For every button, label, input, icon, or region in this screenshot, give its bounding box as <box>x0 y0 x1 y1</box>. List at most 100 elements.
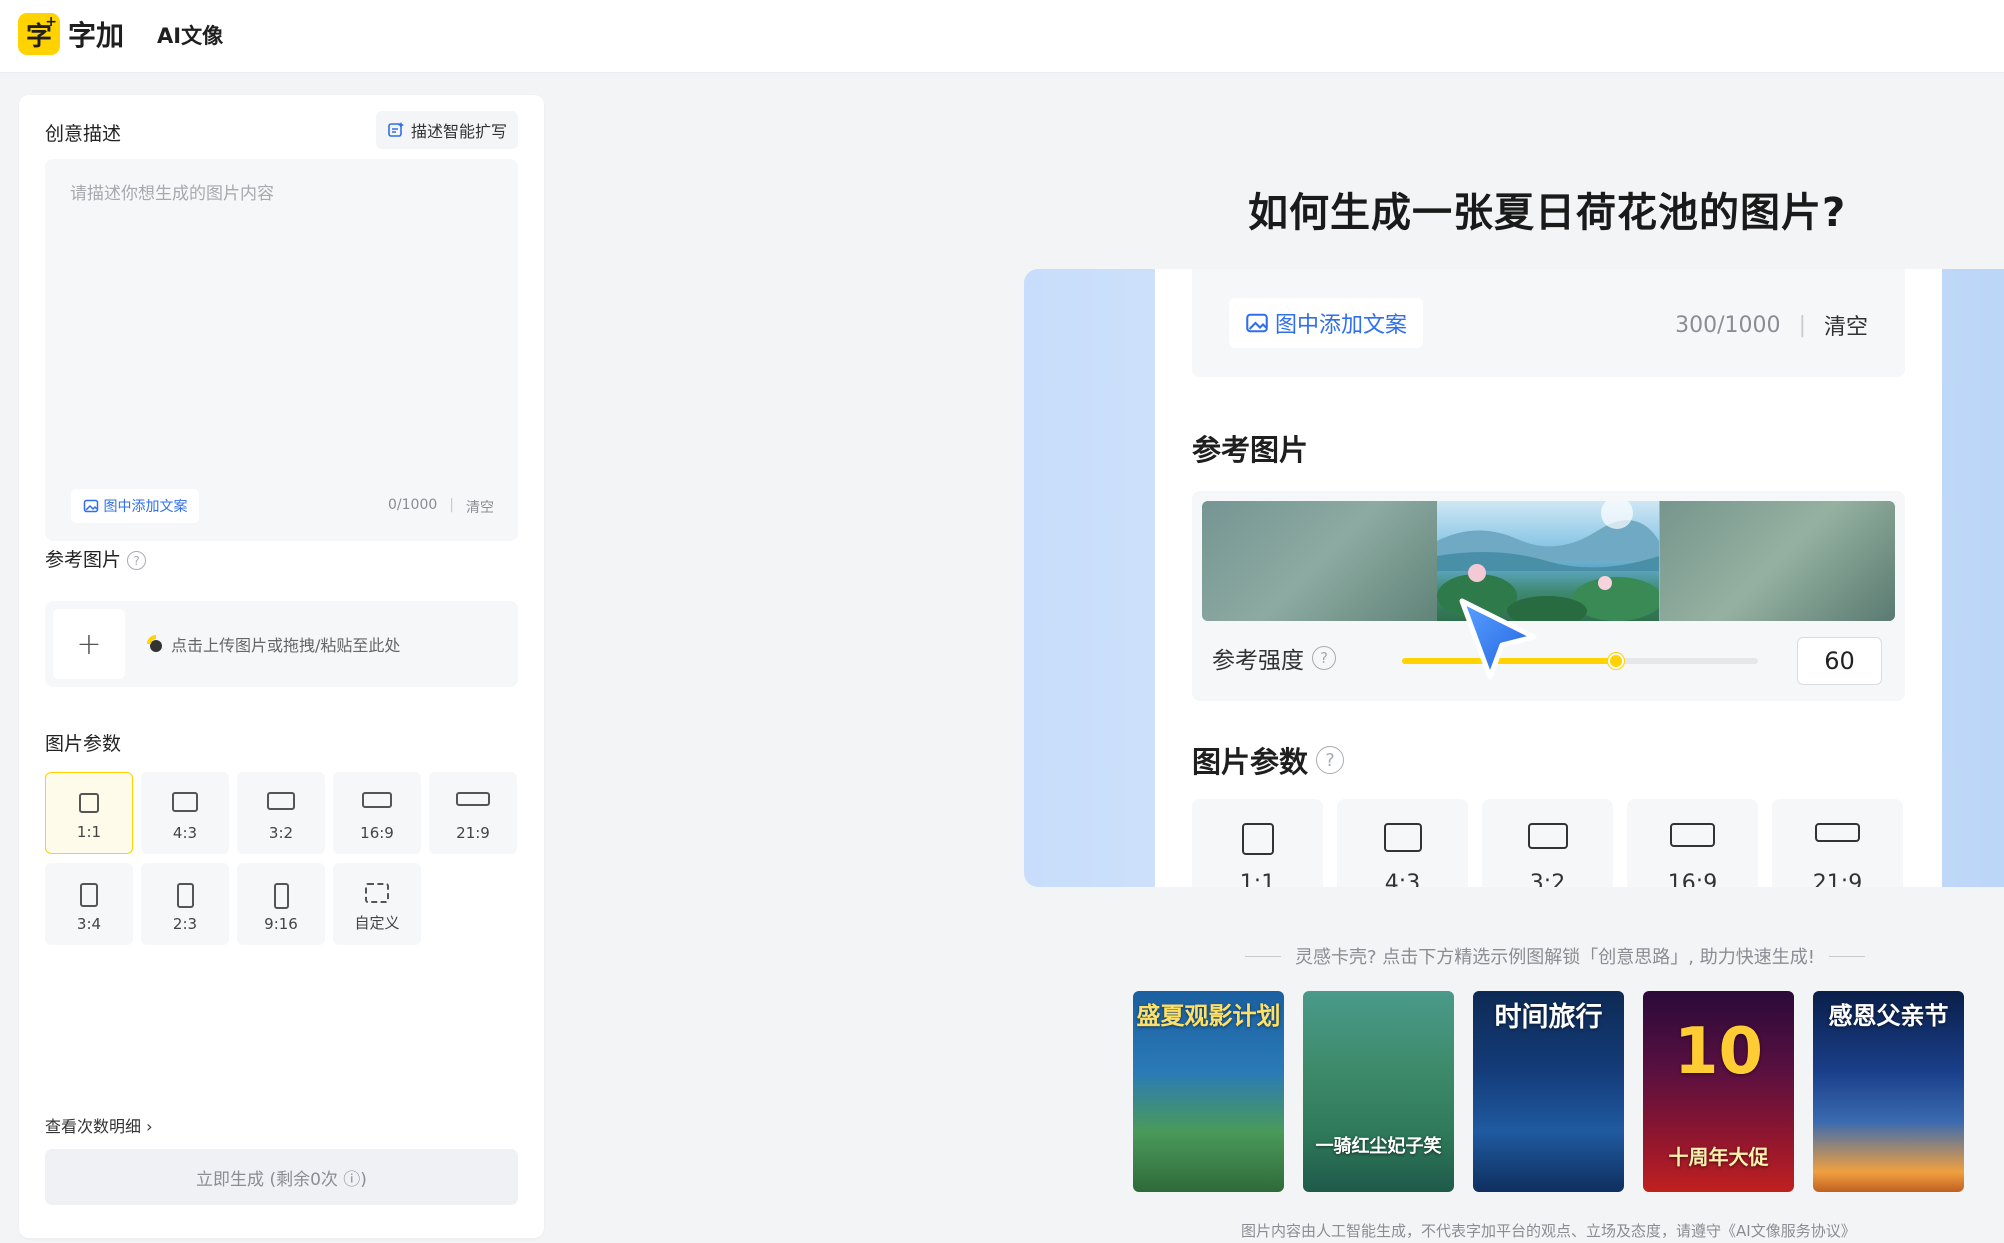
char-count: 0/1000 <box>388 497 438 513</box>
ratio-16-9[interactable]: 16:9 <box>333 772 421 854</box>
strength-label-text: 参考强度 <box>1212 648 1304 674</box>
example-title: 盛夏观影计划 <box>1136 1002 1281 1030</box>
ratio-label: 1:1 <box>76 823 102 841</box>
demo-ratio-1-1: 1:1 <box>1192 799 1323 887</box>
prompt-box: 图中添加文案 0/1000 | 清空 <box>45 159 518 541</box>
example-card[interactable]: 感恩父亲节 <box>1813 991 1964 1192</box>
demo-params-title-label: 图片参数 <box>1192 745 1309 779</box>
help-icon: ? <box>1316 746 1345 774</box>
demo-ratio-label: 16:9 <box>1667 871 1718 887</box>
example-card[interactable]: 盛夏观影计划 <box>1133 991 1284 1192</box>
ratio-9-16[interactable]: 9:16 <box>237 863 325 945</box>
rect-shape-icon <box>456 792 490 806</box>
ratio-2-3[interactable]: 2:3 <box>141 863 229 945</box>
ratio-label: 16:9 <box>360 824 394 842</box>
example-subtitle: 十周年大促 <box>1668 1145 1769 1169</box>
expand-icon <box>388 122 404 137</box>
ratio-21-9[interactable]: 21:9 <box>429 772 517 854</box>
ratio-label: 2:3 <box>172 915 198 933</box>
demo-add-text-button: 图中添加文案 <box>1229 298 1423 348</box>
demo-ratio-label: 3:2 <box>1529 871 1566 887</box>
logo-mark-icon: 字 + <box>18 13 60 55</box>
demo-params-title: 图片参数? <box>1192 739 1345 781</box>
slider-knob <box>1607 653 1624 669</box>
blurred-image-left <box>1202 501 1437 621</box>
clear-button[interactable]: 清空 <box>466 497 494 517</box>
example-card[interactable]: 时间旅行 <box>1473 991 1624 1192</box>
example-card[interactable]: 10 十周年大促 <box>1643 991 1794 1192</box>
ratio-label: 3:2 <box>268 824 294 842</box>
cursor-arrow-icon <box>1459 598 1537 680</box>
demo-reference-title: 参考图片 <box>1192 433 1309 467</box>
blurred-image-right <box>1660 501 1895 621</box>
upload-plus-button[interactable]: + <box>53 609 125 679</box>
square-shape-icon <box>1241 823 1274 855</box>
ratio-label: 4:3 <box>172 824 198 842</box>
char-counter: 0/1000 | 清空 <box>388 497 494 517</box>
generate-button[interactable]: 立即生成 (剩余0次 ⓘ) <box>45 1149 518 1205</box>
demo-reference-box: 参考强度? 60 <box>1192 491 1905 701</box>
smart-expand-label: 描述智能扩写 <box>410 122 507 141</box>
strength-value-input: 60 <box>1797 637 1882 685</box>
counter-separator: | <box>1798 312 1806 338</box>
demo-ratio-16-9: 16:9 <box>1627 799 1758 887</box>
inspiration-banner: 灵感卡壳? 点击下方精选示例图解锁「创意思路」, 助力快速生成! <box>1245 943 1865 969</box>
rect-shape-icon <box>176 883 194 908</box>
ratio-3-2[interactable]: 3:2 <box>237 772 325 854</box>
reference-title: 参考图片? <box>45 545 147 572</box>
inspiration-text: 灵感卡壳? 点击下方精选示例图解锁「创意思路」, 助力快速生成! <box>1295 947 1815 968</box>
left-panel: 创意描述 描述智能扩写 图中添加文案 0/1000 | 清空 参考图片? + 点… <box>19 95 544 1238</box>
demo-prompt-bar: 图中添加文案 300/1000 | 清空 <box>1192 269 1905 377</box>
demo-ratio-3-2: 3:2 <box>1482 799 1613 887</box>
divider-line <box>1245 955 1281 957</box>
top-bar: 字 + 字加 AI文像 <box>0 0 2004 73</box>
footer-disclaimer: 图片内容由人工智能生成，不代表字加平台的观点、立场及态度，请遵守《AI文像服务协… <box>1241 1222 1856 1240</box>
rect-shape-icon <box>362 792 392 808</box>
prompt-input[interactable] <box>45 159 518 459</box>
reference-title-label: 参考图片 <box>45 549 122 571</box>
usage-detail-link[interactable]: 查看次数明细 › <box>45 1113 153 1137</box>
nav-title[interactable]: AI文像 <box>157 20 223 50</box>
rect-shape-icon <box>172 792 198 812</box>
rect-shape-icon <box>267 792 295 810</box>
params-title: 图片参数 <box>45 733 122 755</box>
smart-expand-button[interactable]: 描述智能扩写 <box>376 111 518 149</box>
rect-shape-icon <box>1383 823 1422 852</box>
divider-line <box>1828 955 1865 957</box>
ratio-label: 21:9 <box>456 824 490 842</box>
ratio-label: 9:16 <box>264 915 298 933</box>
rect-shape-icon <box>80 883 98 907</box>
ratio-3-4[interactable]: 3:4 <box>45 863 133 945</box>
example-title: 感恩父亲节 <box>1828 1002 1949 1030</box>
logo-text: 字加 <box>68 19 125 52</box>
help-icon[interactable]: ? <box>127 551 147 570</box>
ratio-label: 自定义 <box>354 914 400 932</box>
image-text-icon <box>1246 313 1268 333</box>
example-subtitle: 一骑红尘妃子笑 <box>1315 1136 1442 1157</box>
example-title: 时间旅行 <box>1494 1002 1603 1033</box>
demo-card: 图中添加文案 300/1000 | 清空 参考图片 参考强度 ? 60 图片参数… <box>1155 269 1942 887</box>
square-shape-icon <box>79 793 99 813</box>
demo-ratio-label: 1:1 <box>1239 871 1276 887</box>
ratio-1-1[interactable]: 1:1 <box>45 772 133 854</box>
rect-shape-icon <box>273 883 289 909</box>
rect-shape-icon <box>1670 823 1715 847</box>
rect-shape-icon <box>1527 823 1568 849</box>
demo-char-count: 300/1000 <box>1675 312 1781 338</box>
demo-ratio-label: 4:3 <box>1384 871 1421 887</box>
page-heading: 如何生成一张夏日荷花池的图片? <box>1248 190 1847 236</box>
ratio-custom[interactable]: 自定义 <box>333 863 421 945</box>
upload-hint-text: 点击上传图片或拖拽/粘贴至此处 <box>171 636 401 655</box>
prompt-title: 创意描述 <box>45 123 122 145</box>
demo-counter: 300/1000 | 清空 <box>1675 309 1868 341</box>
add-text-label: 图中添加文案 <box>103 499 188 515</box>
example-card[interactable]: 一骑红尘妃子笑 <box>1303 991 1454 1192</box>
add-text-button[interactable]: 图中添加文案 <box>71 489 199 523</box>
upload-area[interactable]: + 点击上传图片或拖拽/粘贴至此处 <box>45 601 518 687</box>
ratio-4-3[interactable]: 4:3 <box>141 772 229 854</box>
ratio-label: 3:4 <box>76 915 102 933</box>
image-text-icon <box>83 499 98 513</box>
app-logo[interactable]: 字 + 字加 <box>18 13 124 55</box>
demo-ratio-21-9: 21:9 <box>1772 799 1903 887</box>
demo-add-text-label: 图中添加文案 <box>1274 313 1407 338</box>
